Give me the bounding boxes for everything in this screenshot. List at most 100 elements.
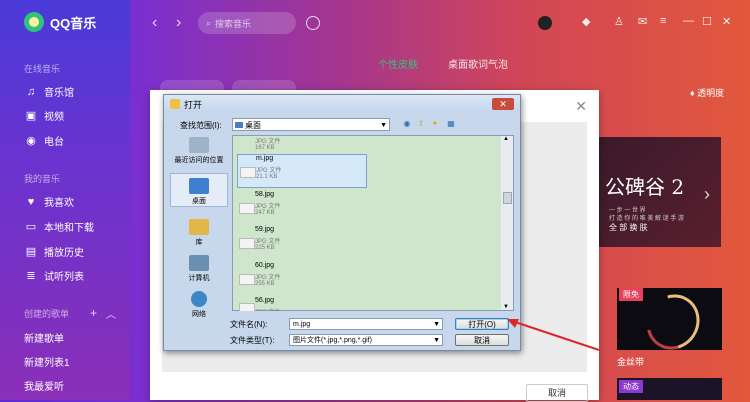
sidebar-item-history[interactable]: ▤ 播放历史 [24,244,84,259]
section-my-music: 我的音乐 [24,174,61,184]
scroll-up-icon[interactable]: ▲ [503,136,509,142]
maximize-icon[interactable]: ☐ [702,15,712,28]
back-icon[interactable]: ◉ [402,119,412,129]
filename-field[interactable]: m.jpg ▼ [289,318,443,330]
up-folder-icon[interactable]: ⇧ [416,119,426,129]
filename-value: m.jpg [293,321,311,328]
file-list[interactable]: JPG 文件 167 KB m.jpg JPG 文件 21.1 KB 58.jp… [232,135,514,311]
dialog-titlebar[interactable]: 打开 ✕ [164,95,520,113]
desktop-icon [189,178,209,194]
file-item[interactable]: 60.jpg JPG 文件 255 KB [237,262,367,296]
tab-desktop-lyrics[interactable]: 桌面歌词气泡 [448,56,508,71]
monitor-icon: ▭ [25,221,37,233]
image-file-icon [239,238,255,249]
promo-banner[interactable]: 公碑谷 2 一 步 一 世 界 打 造 你 的 唯 美 解 谜 手 游 全 部 … [599,137,721,247]
close-icon[interactable]: ✕ [575,98,587,115]
place-libraries[interactable]: 库 [170,219,228,247]
skin-card[interactable]: 动态 [617,378,722,400]
cancel-button[interactable]: 取消 [526,384,588,402]
sidebar-item-music-hall[interactable]: ♫ 音乐馆 [24,84,74,100]
banner-next-icon[interactable]: › [704,184,710,205]
sidebar-item-local-download[interactable]: ▭ 本地和下载 [24,219,94,234]
sidebar-item-label: 播放历史 [44,248,84,259]
banner-tagline: 打 造 你 的 唯 美 解 谜 手 游 [609,216,685,222]
open-button[interactable]: 打开(O) [455,318,509,330]
tab-personal-skin[interactable]: 个性皮肤 [378,56,418,71]
new-folder-icon[interactable]: ✦ [430,119,440,129]
chevron-down-icon: ▼ [380,122,387,129]
search-input[interactable]: ⌕ 搜索音乐 [198,12,296,34]
vip-diamond-icon[interactable]: ◆ [582,15,590,28]
transparency-label: 透明度 [697,88,725,98]
file-name: 56.jpg [255,297,275,304]
chevron-down-icon[interactable]: ▼ [433,319,440,331]
banner-cta: 全 部 换 肤 [609,223,648,232]
video-icon: ▣ [25,110,37,122]
place-label: 最近访问的位置 [174,157,224,164]
sidebar-item-label: 试听列表 [44,272,84,283]
annotation-arrow [507,319,600,351]
sidebar-item-radio[interactable]: ◉ 电台 [24,133,64,148]
image-file-icon [239,274,255,285]
forward-arrow-icon[interactable]: › [176,14,181,32]
add-playlist-icon[interactable]: + [90,306,97,320]
computer-icon [189,255,209,271]
dialog-title: 打开 [184,100,203,110]
transparency-control[interactable]: ♦ 透明度 [690,86,724,99]
close-icon[interactable]: ✕ [722,15,731,28]
playlist-item[interactable]: 我最爱听 [24,378,64,393]
menu-icon[interactable]: ≡ [660,15,666,27]
sidebar-item-video[interactable]: ▣ 视频 [24,108,64,123]
cancel-button[interactable]: 取消 [455,334,509,346]
file-item[interactable]: 59.jpg JPG 文件 225 KB [237,226,367,260]
playlist-item[interactable]: 新建歌单 [24,330,64,345]
app-logo[interactable]: QQ音乐 [24,12,96,32]
filetype-label: 文件类型(T): [230,336,275,345]
image-file-icon [240,167,256,178]
close-button[interactable]: ✕ [492,98,514,110]
skin-card[interactable]: 限免 [617,288,722,350]
place-desktop[interactable]: 桌面 [170,173,228,207]
filetype-select[interactable]: 图片文件(*.jpg,*.png,*.gif) ▼ [289,334,443,346]
voice-search-icon[interactable] [306,16,320,30]
list-icon: ≣ [26,270,36,282]
image-file-icon [239,303,255,311]
file-name: 60.jpg [255,262,275,269]
place-label: 网络 [192,311,206,318]
section-online-music: 在线音乐 [24,64,61,74]
file-item[interactable]: 56.jpg JPG 文件 [237,297,367,311]
place-network[interactable]: 网络 [170,291,228,319]
sidebar-item-label: 电台 [44,137,64,148]
recent-places-icon [189,137,209,153]
mail-icon[interactable]: ✉ [638,15,647,28]
filename-label: 文件名(N): [230,320,268,329]
minimize-icon[interactable]: — [683,15,694,27]
open-file-dialog: 打开 ✕ 查找范围(I): 桌面 ▼ ◉ ⇧ ✦ ▦ 最近访问的位置 桌面 库 … [163,94,521,351]
scroll-down-icon[interactable]: ▼ [503,304,509,310]
file-type: JPG 文件 [255,204,281,210]
sidebar-item-favorites[interactable]: ♥ 我喜欢 [24,194,74,210]
file-type: JPG 文件 [255,307,280,311]
file-item[interactable]: 58.jpg JPG 文件 247 KB [237,191,367,225]
file-size: 247 KB [255,210,275,216]
file-type: JPG 文件 [255,239,281,245]
history-icon: ▤ [25,246,37,258]
back-arrow-icon[interactable]: ‹ [152,14,157,32]
search-icon: ⌕ [206,17,212,28]
playlist-item[interactable]: 新建列表1 [24,354,70,369]
file-type: JPG 文件 [256,168,282,174]
radio-icon: ◉ [26,135,36,147]
sidebar-item-trial-list[interactable]: ≣ 试听列表 [24,268,84,283]
avatar[interactable] [538,16,552,30]
scrollbar[interactable]: ▲ ▼ [501,136,513,310]
file-item-selected[interactable]: m.jpg JPG 文件 21.1 KB [237,154,367,188]
heart-icon: ♥ [27,195,35,208]
sidebar-item-label: 我喜欢 [44,198,74,209]
place-computer[interactable]: 计算机 [170,255,228,283]
playlist-label: 新建歌单 [24,334,64,345]
scrollbar-thumb[interactable] [503,192,512,204]
skin-shirt-icon[interactable]: ♙ [614,15,624,28]
collapse-icon[interactable]: ︿ [106,306,116,321]
view-menu-icon[interactable]: ▦ [446,119,456,129]
place-recent[interactable]: 最近访问的位置 [170,137,228,165]
